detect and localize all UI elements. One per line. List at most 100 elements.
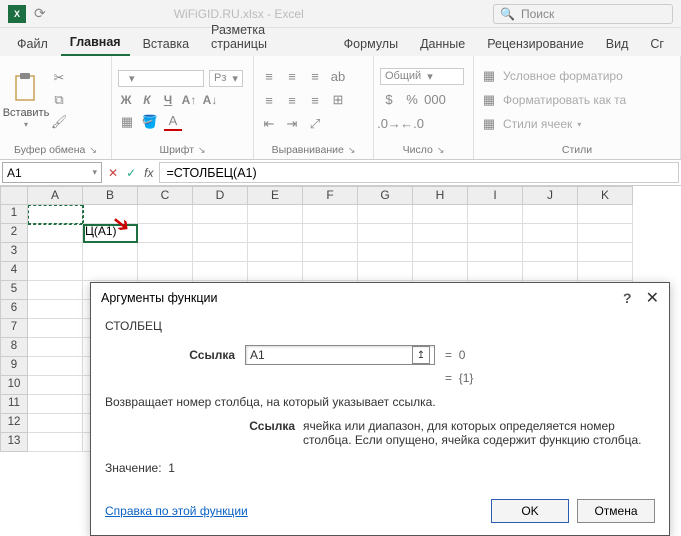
col-header[interactable]: C [138, 186, 193, 205]
cell[interactable]: Ц(A1) [83, 224, 138, 243]
decrease-indent-icon[interactable]: ⇤ [260, 115, 278, 133]
col-header[interactable]: K [578, 186, 633, 205]
cell[interactable] [303, 243, 358, 262]
increase-decimal-icon[interactable]: .0→ [380, 115, 398, 133]
tab-extra[interactable]: Сг [641, 32, 673, 56]
increase-font-icon[interactable]: A↑ [181, 93, 197, 107]
cell[interactable] [303, 224, 358, 243]
cell[interactable] [358, 243, 413, 262]
cell[interactable] [28, 243, 83, 262]
copy-icon[interactable]: ⧉ [50, 91, 68, 109]
cell[interactable] [193, 224, 248, 243]
bold-button[interactable]: Ж [118, 93, 134, 107]
underline-button[interactable]: Ч [160, 93, 176, 107]
cell[interactable] [138, 243, 193, 262]
increase-indent-icon[interactable]: ⇥ [283, 115, 301, 133]
cell[interactable] [248, 224, 303, 243]
cell[interactable] [468, 205, 523, 224]
cell[interactable] [358, 205, 413, 224]
accept-formula-icon[interactable]: ✓ [126, 166, 136, 180]
cell[interactable] [303, 205, 358, 224]
fx-icon[interactable]: fx [144, 166, 153, 180]
clipboard-launcher-icon[interactable]: ↘ [89, 145, 97, 156]
search-box[interactable]: 🔍 Поиск [493, 4, 673, 24]
tab-home[interactable]: Главная [61, 30, 130, 56]
percent-icon[interactable]: % [403, 91, 421, 109]
alignment-launcher-icon[interactable]: ↘ [348, 145, 356, 156]
currency-icon[interactable]: $ [380, 91, 398, 109]
cell[interactable] [523, 262, 578, 281]
cell[interactable] [28, 224, 83, 243]
cell[interactable] [468, 243, 523, 262]
wrap-text-icon[interactable]: ab [329, 67, 347, 85]
cell[interactable] [578, 243, 633, 262]
cell[interactable] [28, 281, 83, 300]
cell[interactable] [303, 262, 358, 281]
cell[interactable] [413, 243, 468, 262]
dialog-close-icon[interactable]: ✕ [646, 288, 659, 308]
row-header[interactable]: 12 [0, 414, 28, 433]
merge-icon[interactable]: ⊞ [329, 91, 347, 109]
row-header[interactable]: 8 [0, 338, 28, 357]
format-painter-icon[interactable]: 🖌 [50, 113, 68, 131]
cell[interactable] [248, 262, 303, 281]
arg-input[interactable]: A1 ↥ [245, 345, 435, 365]
col-header[interactable]: J [523, 186, 578, 205]
font-name-selector[interactable]: ▾ [118, 70, 204, 87]
cell[interactable] [28, 433, 83, 452]
col-header[interactable]: A [28, 186, 83, 205]
cell[interactable] [28, 338, 83, 357]
number-format-selector[interactable]: Общий▾ [380, 68, 464, 85]
cell[interactable] [28, 262, 83, 281]
align-right-icon[interactable]: ≡ [306, 91, 324, 109]
cell[interactable] [138, 224, 193, 243]
cell[interactable] [193, 262, 248, 281]
ok-button[interactable]: OK [491, 499, 569, 523]
cancel-button[interactable]: Отмена [577, 499, 655, 523]
cell[interactable] [28, 205, 83, 224]
cell[interactable] [578, 205, 633, 224]
cell[interactable] [138, 205, 193, 224]
col-header[interactable]: B [83, 186, 138, 205]
format-as-table-button[interactable]: ▦Форматировать как та [480, 91, 626, 109]
align-left-icon[interactable]: ≡ [260, 91, 278, 109]
cell[interactable] [578, 224, 633, 243]
cell[interactable] [248, 243, 303, 262]
cell[interactable] [413, 262, 468, 281]
tab-file[interactable]: Файл [8, 32, 57, 56]
col-header[interactable]: I [468, 186, 523, 205]
collapse-dialog-icon[interactable]: ↥ [412, 346, 430, 364]
cell[interactable] [523, 224, 578, 243]
comma-icon[interactable]: 000 [426, 91, 444, 109]
cell[interactable] [468, 224, 523, 243]
cell[interactable] [358, 224, 413, 243]
row-header[interactable]: 1 [0, 205, 28, 224]
decrease-font-icon[interactable]: A↓ [202, 93, 218, 107]
cell[interactable] [28, 357, 83, 376]
number-launcher-icon[interactable]: ↘ [437, 145, 445, 156]
row-header[interactable]: 6 [0, 300, 28, 319]
font-launcher-icon[interactable]: ↘ [198, 145, 206, 156]
paste-button[interactable]: Вставить ▾ [6, 72, 46, 129]
cell[interactable] [413, 224, 468, 243]
align-middle-icon[interactable]: ≡ [283, 67, 301, 85]
col-header[interactable]: F [303, 186, 358, 205]
tab-insert[interactable]: Вставка [134, 32, 198, 56]
cell[interactable] [83, 243, 138, 262]
cell[interactable] [193, 205, 248, 224]
row-header[interactable]: 11 [0, 395, 28, 414]
row-header[interactable]: 3 [0, 243, 28, 262]
cell[interactable] [138, 262, 193, 281]
help-link[interactable]: Справка по этой функции [105, 504, 248, 518]
cell[interactable] [523, 205, 578, 224]
cell[interactable] [83, 262, 138, 281]
cell[interactable] [83, 205, 138, 224]
font-color-icon[interactable]: A [164, 113, 182, 131]
col-header[interactable]: E [248, 186, 303, 205]
select-all-corner[interactable] [0, 186, 28, 205]
row-header[interactable]: 4 [0, 262, 28, 281]
cell[interactable] [578, 262, 633, 281]
cell[interactable] [248, 205, 303, 224]
cell[interactable] [28, 376, 83, 395]
col-header[interactable]: G [358, 186, 413, 205]
